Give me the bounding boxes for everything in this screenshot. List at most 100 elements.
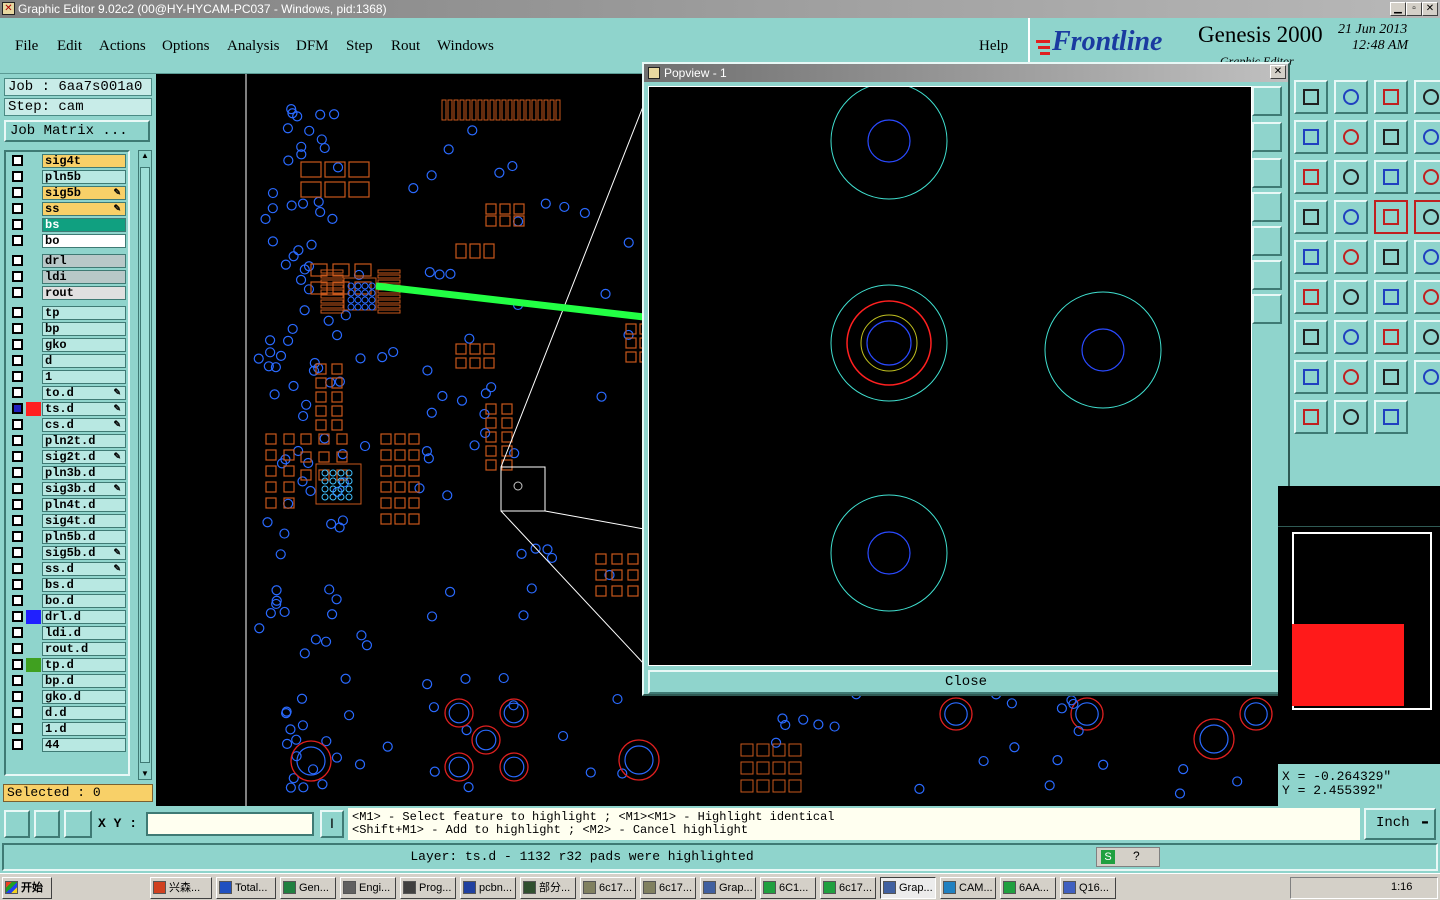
layer-name[interactable]: cs.d ✎: [42, 418, 126, 432]
layer-checkbox[interactable]: [12, 611, 23, 622]
layer-list-scrollbar[interactable]: ▲ ▼: [138, 150, 152, 780]
ruler-tool-icon[interactable]: [1414, 200, 1440, 234]
popview-zoom-in-button[interactable]: [1252, 86, 1282, 116]
layer-checkbox[interactable]: [12, 579, 23, 590]
layer-row-sig3b-d[interactable]: sig3b.d ✎: [8, 482, 128, 496]
ime-toolbar[interactable]: S ?: [1096, 847, 1160, 867]
menu-windows[interactable]: Windows: [437, 38, 494, 55]
layer-name[interactable]: bs: [42, 218, 126, 232]
layer-row-d[interactable]: d: [8, 354, 128, 368]
popview-close-button[interactable]: Close: [648, 670, 1284, 694]
layer-color-swatch[interactable]: [26, 270, 41, 284]
overview-map[interactable]: [1278, 486, 1440, 764]
layer-row-sig2t-d[interactable]: sig2t.d ✎: [8, 450, 128, 464]
layer-row-bs[interactable]: bs: [8, 218, 128, 232]
layer-name[interactable]: d.d: [42, 706, 126, 720]
measure-icon[interactable]: [34, 810, 60, 838]
start-button[interactable]: 开始: [2, 877, 52, 899]
layer-color-swatch[interactable]: [26, 530, 41, 544]
layer-row-bo[interactable]: bo: [8, 234, 128, 248]
taskbar-task[interactable]: 6c17...: [640, 877, 696, 899]
layer-color-swatch[interactable]: [26, 322, 41, 336]
layer-color-swatch[interactable]: [26, 562, 41, 576]
layer-row-ldi[interactable]: ldi: [8, 270, 128, 284]
taskbar-task[interactable]: 6c17...: [820, 877, 876, 899]
layer-color-swatch[interactable]: [26, 186, 41, 200]
taskbar-task[interactable]: Prog...: [400, 877, 456, 899]
layer-row-sig4t[interactable]: sig4t: [8, 154, 128, 168]
layer-color-swatch[interactable]: [26, 202, 41, 216]
layer-color-swatch[interactable]: [26, 722, 41, 736]
layer-row-cs-d[interactable]: cs.d ✎: [8, 418, 128, 432]
transform-tool-icon[interactable]: [1374, 200, 1408, 234]
layer-row-bs-d[interactable]: bs.d: [8, 578, 128, 592]
layer-row-bp[interactable]: bp: [8, 322, 128, 336]
layer-name[interactable]: to.d ✎: [42, 386, 126, 400]
layer-row-pln4t-d[interactable]: pln4t.d: [8, 498, 128, 512]
cursor-b-tool-icon[interactable]: [1334, 400, 1368, 434]
layer-color-swatch[interactable]: [26, 514, 41, 528]
layer-name[interactable]: sig5b ✎: [42, 186, 126, 200]
highlight-a-tool-icon[interactable]: [1414, 160, 1440, 194]
layer-checkbox[interactable]: [12, 403, 23, 414]
layer-color-swatch[interactable]: [26, 482, 41, 496]
layer-row-gko[interactable]: gko: [8, 338, 128, 352]
layer-row-gko-d[interactable]: gko.d: [8, 690, 128, 704]
line-tool-icon[interactable]: [1334, 280, 1368, 314]
cursor-a-tool-icon[interactable]: [1294, 400, 1328, 434]
popview-zoom-out-button[interactable]: [1252, 122, 1282, 152]
layer-color-swatch[interactable]: [26, 466, 41, 480]
layer-name[interactable]: gko: [42, 338, 126, 352]
layer-name[interactable]: bp.d: [42, 674, 126, 688]
ray-tool-icon[interactable]: [1414, 240, 1440, 274]
taskbar-task[interactable]: Engi...: [340, 877, 396, 899]
layer-name[interactable]: drl: [42, 254, 126, 268]
layer-name[interactable]: bo: [42, 234, 126, 248]
layer-color-swatch[interactable]: [26, 170, 41, 184]
menu-actions[interactable]: Actions: [99, 38, 146, 55]
select-feature-tool-icon[interactable]: [1294, 120, 1328, 154]
layer-name[interactable]: 1: [42, 370, 126, 384]
arc-tool-icon[interactable]: [1414, 280, 1440, 314]
layer-row-sig5b-d[interactable]: sig5b.d ✎: [8, 546, 128, 560]
layer-color-swatch[interactable]: [26, 738, 41, 752]
layer-checkbox[interactable]: [12, 451, 23, 462]
layer-name[interactable]: ldi.d: [42, 626, 126, 640]
layer-name[interactable]: sig2t.d ✎: [42, 450, 126, 464]
layer-checkbox[interactable]: [12, 627, 23, 638]
layer-color-swatch[interactable]: [26, 594, 41, 608]
layer-color-swatch[interactable]: [26, 610, 41, 624]
taskbar-task[interactable]: Gen...: [280, 877, 336, 899]
layer-checkbox[interactable]: [12, 371, 23, 382]
cross-tool-icon[interactable]: [1374, 240, 1408, 274]
flip-tool-icon[interactable]: [1374, 120, 1408, 154]
layer-checkbox[interactable]: [12, 531, 23, 542]
layer-row-drl[interactable]: drl: [8, 254, 128, 268]
cursor-tool-icon[interactable]: [1414, 360, 1440, 394]
taskbar-task[interactable]: Grap...: [880, 877, 936, 899]
layer-checkbox[interactable]: [12, 287, 23, 298]
menu-edit[interactable]: Edit: [57, 38, 82, 55]
layer-name[interactable]: tp: [42, 306, 126, 320]
layer-checkbox[interactable]: [12, 499, 23, 510]
layer-name[interactable]: pln5b: [42, 170, 126, 184]
frame-tool-icon[interactable]: [1294, 240, 1328, 274]
snap-tool-icon[interactable]: [1334, 160, 1368, 194]
layer-checkbox[interactable]: [12, 235, 23, 246]
layer-color-swatch[interactable]: [26, 578, 41, 592]
layer-checkbox[interactable]: [12, 739, 23, 750]
scrollbar-thumb[interactable]: [140, 167, 150, 763]
minimize-button[interactable]: ▁: [1390, 2, 1406, 16]
layer-row-ss[interactable]: ss ✎: [8, 202, 128, 216]
route-tool-icon[interactable]: [1374, 400, 1408, 434]
layer-row-pln5b[interactable]: pln5b: [8, 170, 128, 184]
layer-checkbox[interactable]: [12, 435, 23, 446]
layer-checkbox[interactable]: [12, 467, 23, 478]
grid-icon[interactable]: [64, 810, 92, 838]
shift-tool-icon[interactable]: [1374, 320, 1408, 354]
taskbar-task[interactable]: 6C1...: [760, 877, 816, 899]
bar-tool-icon[interactable]: [1334, 320, 1368, 354]
layer-checkbox[interactable]: [12, 691, 23, 702]
layer-name[interactable]: sig3b.d ✎: [42, 482, 126, 496]
layer-checkbox[interactable]: [12, 723, 23, 734]
